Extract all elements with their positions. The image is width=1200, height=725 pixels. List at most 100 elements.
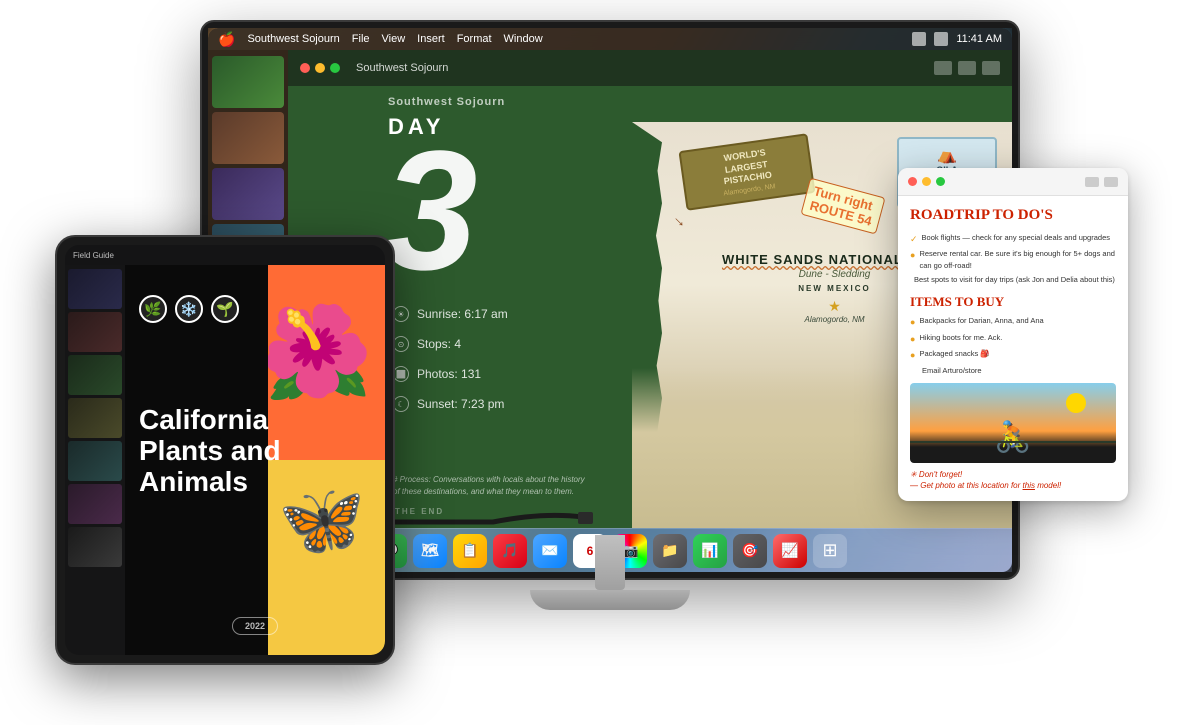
flower-decoration: 🌺 bbox=[268, 265, 375, 450]
toolbar-icon-2[interactable] bbox=[958, 61, 976, 75]
cover-right-top: 🌺 bbox=[268, 265, 385, 460]
journal-toolbar: Southwest Sojourn bbox=[288, 50, 1012, 86]
menubar-left: 🍎 Southwest Sojourn File View Insert For… bbox=[218, 31, 912, 48]
note-title: ROADTRIP TO DO'S bbox=[910, 206, 1116, 224]
note-section2-title: ITEMS TO BUY bbox=[910, 294, 1116, 310]
note-buy-text-2: Hiking boots for me. Ack. bbox=[919, 332, 1002, 344]
bullet-4: ● bbox=[910, 315, 915, 329]
photos-item: ⬜ Photos: 131 bbox=[393, 366, 508, 382]
nature-icon-3: 🌱 bbox=[211, 295, 239, 323]
usb-cable bbox=[393, 502, 593, 547]
note-text-2: Reserve rental car. Be sure it's big eno… bbox=[919, 248, 1116, 272]
note-buy-1: ● Backpacks for Darian, Anna, and Ana bbox=[910, 315, 1116, 329]
sidebar-thumb-3[interactable] bbox=[212, 168, 284, 220]
photos-icon: ⬜ bbox=[393, 366, 409, 382]
ipad: Field Guide 🌺 bbox=[55, 235, 395, 665]
ipad-main: 🌺 🦋 🌿 ❄️ 🌱 California bbox=[125, 265, 385, 655]
note-buy-text-1: Backpacks for Darian, Anna, and Ana bbox=[919, 315, 1043, 327]
note-fullscreen[interactable] bbox=[936, 177, 945, 186]
note-text-1: Book flights — check for any special dea… bbox=[922, 232, 1110, 244]
apple-menu[interactable]: 🍎 bbox=[218, 31, 235, 48]
note-item-2: ● Reserve rental car. Be sure it's big e… bbox=[910, 248, 1116, 272]
note-item-3: Best spots to visit for day trips (ask J… bbox=[910, 274, 1116, 286]
numbers-icon: 📊 bbox=[701, 542, 718, 559]
ipad-menubar: Field Guide bbox=[65, 245, 385, 265]
menubar-view[interactable]: View bbox=[382, 33, 406, 45]
sunset-text: Sunset: 7:23 pm bbox=[417, 397, 504, 411]
dock-keynote[interactable]: 🎯 bbox=[733, 534, 767, 568]
bullet-6: ● bbox=[910, 348, 915, 362]
bullet-1: ✓ bbox=[910, 232, 918, 246]
bullet-5: ● bbox=[910, 332, 915, 346]
ipad-thumb-6[interactable] bbox=[68, 484, 122, 524]
menubar-window[interactable]: Window bbox=[504, 33, 543, 45]
ipad-thumb-7[interactable] bbox=[68, 527, 122, 567]
note-scribble: ✳ Don't forget! — Get photo at this loca… bbox=[910, 469, 1116, 491]
stops-icon: ⊙ bbox=[393, 336, 409, 352]
files-icon: 📁 bbox=[661, 542, 678, 559]
menubar-format[interactable]: Format bbox=[457, 33, 492, 45]
menubar-insert[interactable]: Insert bbox=[417, 33, 445, 45]
stops-item: ⊙ Stops: 4 bbox=[393, 336, 508, 352]
note-toolbar-icons bbox=[1085, 177, 1118, 187]
photos-text: Photos: 131 bbox=[417, 367, 481, 381]
arrow-decoration: → bbox=[668, 209, 692, 233]
ipad-thumb-5[interactable] bbox=[68, 441, 122, 481]
toolbar-icon-1[interactable] bbox=[934, 61, 952, 75]
fullscreen-button[interactable] bbox=[330, 63, 340, 73]
keynote-icon: 🎯 bbox=[741, 542, 758, 559]
sunset-icon: ☾ bbox=[393, 396, 409, 412]
sunrise-item: ☀ Sunrise: 6:17 am bbox=[393, 306, 508, 322]
menubar-file[interactable]: File bbox=[352, 33, 370, 45]
nature-icon-2: ❄️ bbox=[175, 295, 203, 323]
butterfly-decoration: 🦋 bbox=[278, 480, 365, 562]
floating-note: ROADTRIP TO DO'S ✓ Book flights — check … bbox=[898, 168, 1128, 501]
note-buy-text-3: Packaged snacks 🎒 bbox=[919, 348, 989, 360]
minimize-button[interactable] bbox=[315, 63, 325, 73]
traffic-lights bbox=[300, 63, 340, 73]
toolbar-icon-3[interactable] bbox=[982, 61, 1000, 75]
sidebar-thumb-1[interactable] bbox=[212, 56, 284, 108]
note-tb-icon-2[interactable] bbox=[1104, 177, 1118, 187]
state-label: NEW MEXICO bbox=[798, 284, 870, 293]
menubar: 🍎 Southwest Sojourn File View Insert For… bbox=[208, 28, 1012, 50]
toolbar-icons bbox=[934, 61, 1000, 75]
cyclist-icon: 🚴 bbox=[994, 420, 1031, 455]
note-toolbar bbox=[898, 168, 1128, 196]
dock-files[interactable]: 📁 bbox=[653, 534, 687, 568]
horizon bbox=[910, 441, 1116, 443]
note-text-3: Best spots to visit for day trips (ask J… bbox=[914, 274, 1115, 286]
sunset-item: ☾ Sunset: 7:23 pm bbox=[393, 396, 508, 412]
book-title-line1: California bbox=[139, 405, 281, 436]
note-tb-icon-1[interactable] bbox=[1085, 177, 1099, 187]
sojourn-header: Southwest Sojourn bbox=[388, 96, 505, 108]
wifi-icon bbox=[912, 32, 926, 46]
sidebar-thumb-2[interactable] bbox=[212, 112, 284, 164]
note-buy-3: ● Packaged snacks 🎒 bbox=[910, 348, 1116, 362]
note-close[interactable] bbox=[908, 177, 917, 186]
ipad-thumb-2[interactable] bbox=[68, 312, 122, 352]
nature-icon-1: 🌿 bbox=[139, 295, 167, 323]
menubar-app-name: Southwest Sojourn bbox=[247, 33, 339, 45]
note-email-text: Email Arturo/store bbox=[922, 365, 982, 377]
close-button[interactable] bbox=[300, 63, 310, 73]
dock-grapher[interactable]: 📈 bbox=[773, 534, 807, 568]
ipad-thumb-4[interactable] bbox=[68, 398, 122, 438]
clock: 11:41 AM bbox=[956, 33, 1002, 45]
book-title: California Plants and Animals bbox=[139, 405, 281, 497]
note-email: Email Arturo/store bbox=[910, 365, 1116, 377]
ipad-thumb-1[interactable] bbox=[68, 269, 122, 309]
info-panel: ☀ Sunrise: 6:17 am ⊙ Stops: 4 ⬜ Photos: … bbox=[393, 306, 508, 412]
grid-icon: ⊞ bbox=[822, 540, 837, 561]
cover-right-bottom: 🦋 bbox=[268, 460, 385, 655]
note-item-1: ✓ Book flights — check for any special d… bbox=[910, 232, 1116, 246]
dock-numbers[interactable]: 📊 bbox=[693, 534, 727, 568]
sunrise-text: Sunrise: 6:17 am bbox=[417, 307, 508, 321]
ipad-thumb-3[interactable] bbox=[68, 355, 122, 395]
note-minimize[interactable] bbox=[922, 177, 931, 186]
book-cover: 🌺 🦋 🌿 ❄️ 🌱 California bbox=[125, 265, 385, 655]
note-buy-2: ● Hiking boots for me. Ack. bbox=[910, 332, 1116, 346]
sun-decoration bbox=[1066, 393, 1086, 413]
dock-grid[interactable]: ⊞ bbox=[813, 534, 847, 568]
ipad-sidebar bbox=[65, 265, 125, 655]
